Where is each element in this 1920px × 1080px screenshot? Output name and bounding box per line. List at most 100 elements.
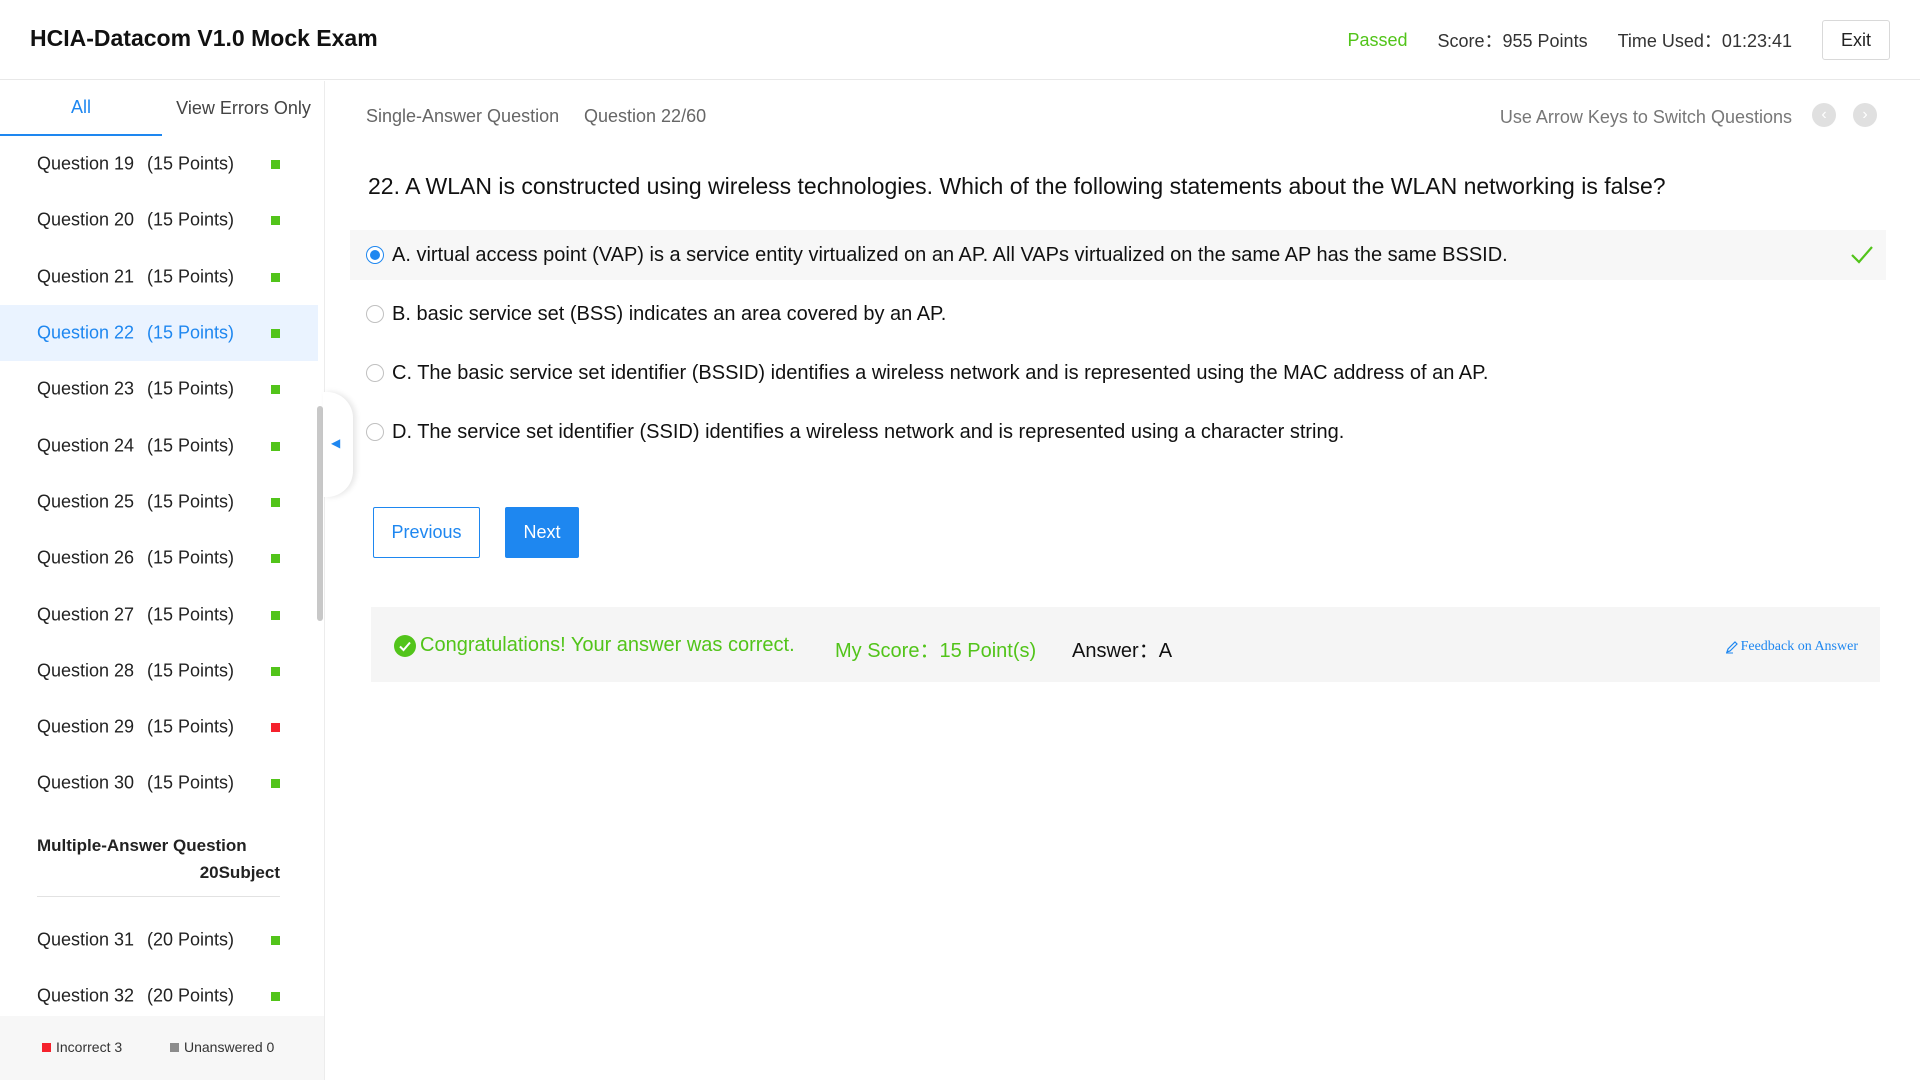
option-b-radio[interactable] xyxy=(366,305,384,323)
question-points: (15 Points) xyxy=(147,209,235,230)
question-list-item[interactable]: Question 30 (15 Points) xyxy=(0,755,318,811)
correct-status-icon xyxy=(271,610,280,620)
question-label: Question 28 xyxy=(37,660,135,681)
question-label: Question 30 xyxy=(37,772,135,793)
edit-pencil-icon xyxy=(1725,641,1738,654)
question-list-item[interactable]: Question 21 (15 Points) xyxy=(0,249,318,305)
correct-status-icon xyxy=(271,666,280,676)
question-points: (15 Points) xyxy=(147,322,235,343)
question-label: Question 32 xyxy=(37,985,135,1006)
exit-button[interactable]: Exit xyxy=(1822,20,1890,60)
header-status-area: Passed Score：955 Points Time Used：01:23:… xyxy=(1347,20,1890,60)
question-label: Question 26 xyxy=(37,547,135,568)
correct-status-icon xyxy=(271,554,280,564)
correct-status-icon xyxy=(271,160,280,170)
question-label: Question 27 xyxy=(37,604,135,625)
question-list-item[interactable]: Question 19 (15 Points) xyxy=(0,136,318,192)
question-label: Question 22 xyxy=(37,322,135,343)
question-points: (20 Points) xyxy=(147,985,235,1006)
option-d[interactable]: D. The service set identifier (SSID) ide… xyxy=(350,407,1886,457)
question-points: (15 Points) xyxy=(147,660,235,681)
next-question-icon[interactable]: › xyxy=(1853,103,1877,127)
correct-status-icon xyxy=(271,441,280,451)
question-points: (15 Points) xyxy=(147,716,235,737)
question-list-item[interactable]: Question 27 (15 Points) xyxy=(0,586,318,642)
question-points: (15 Points) xyxy=(147,435,235,456)
question-list-item[interactable]: Question 28 (15 Points) xyxy=(0,643,318,699)
my-score: My Score：15 Point(s) xyxy=(835,640,1037,662)
unanswered-marker-icon xyxy=(170,1042,179,1052)
option-a-radio[interactable] xyxy=(366,246,384,264)
legend-unanswered: Unanswered 0 xyxy=(170,1039,274,1055)
exam-title: HCIA-Datacom V1.0 Mock Exam xyxy=(30,25,378,51)
legend-incorrect: Incorrect 3 xyxy=(42,1039,122,1055)
time-used: Time Used：01:23:41 xyxy=(1617,31,1792,51)
question-points: (15 Points) xyxy=(147,772,235,793)
question-panel: Single-Answer Question Question 22/60 Us… xyxy=(326,81,1920,1080)
option-b-text: B. basic service set (BSS) indicates an … xyxy=(392,302,947,325)
correct-check-icon xyxy=(1851,246,1873,264)
incorrect-marker-icon xyxy=(42,1042,51,1052)
correct-status-icon xyxy=(271,329,280,339)
tab-all[interactable]: All xyxy=(0,81,162,136)
answer-result-panel: Congratulations! Your answer was correct… xyxy=(371,607,1880,682)
question-label: Question 31 xyxy=(37,929,135,950)
pass-status: Passed xyxy=(1347,29,1408,50)
success-check-circle-icon xyxy=(394,634,416,657)
question-points: (15 Points) xyxy=(147,604,235,625)
correct-status-icon xyxy=(271,992,280,1001)
question-label: Question 24 xyxy=(37,435,135,456)
option-a-text: A. virtual access point (VAP) is a servi… xyxy=(392,243,1508,266)
previous-question-icon[interactable]: ‹ xyxy=(1812,103,1836,127)
option-c-text: C. The basic service set identifier (BSS… xyxy=(392,361,1489,384)
arrow-keys-hint: Use Arrow Keys to Switch Questions xyxy=(1499,107,1792,127)
question-list-item[interactable]: Question 20 (15 Points) xyxy=(0,192,318,248)
question-list-item[interactable]: Question 26 (15 Points) xyxy=(0,530,318,586)
result-message: Congratulations! Your answer was correct… xyxy=(394,634,795,657)
option-d-text: D. The service set identifier (SSID) ide… xyxy=(392,420,1345,443)
question-points: (15 Points) xyxy=(147,491,235,512)
question-points: (15 Points) xyxy=(147,378,235,399)
previous-button[interactable]: Previous xyxy=(373,507,480,558)
question-points: (20 Points) xyxy=(147,929,235,950)
question-text: 22. A WLAN is constructed using wireless… xyxy=(368,173,1666,199)
question-list-item[interactable]: Question 22 (15 Points) xyxy=(0,304,318,362)
correct-status-icon xyxy=(271,272,280,282)
question-sidebar: All View Errors Only Question 19 (15 Poin… xyxy=(0,81,325,1080)
question-list-item[interactable]: Question 29 (15 Points) xyxy=(0,699,318,755)
option-c[interactable]: C. The basic service set identifier (BSS… xyxy=(350,348,1886,398)
question-number: Question 22/60 xyxy=(584,106,707,126)
question-list-item[interactable]: Question 31 (20 Points) xyxy=(0,912,318,968)
question-label: Question 29 xyxy=(37,716,135,737)
question-list: Question 19 (15 Points) Question 20 (15 Poi… xyxy=(0,136,318,1016)
section-count: 20Subject xyxy=(199,862,280,882)
legend-incorrect-label: Incorrect 3 xyxy=(56,1039,123,1055)
question-list-item[interactable]: Question 23 (15 Points) xyxy=(0,361,318,417)
legend-unanswered-label: Unanswered 0 xyxy=(184,1039,275,1055)
tab-view-errors-only[interactable]: View Errors Only xyxy=(162,81,324,136)
result-message-text: Congratulations! Your answer was correct… xyxy=(420,634,795,656)
question-label: Question 25 xyxy=(37,491,135,512)
option-d-radio[interactable] xyxy=(366,423,384,441)
correct-status-icon xyxy=(271,779,280,789)
correct-status-icon xyxy=(271,385,280,395)
option-a[interactable]: A. virtual access point (VAP) is a servi… xyxy=(350,230,1886,280)
top-bar: HCIA-Datacom V1.0 Mock Exam Passed Score… xyxy=(0,0,1920,80)
section-header-multiple-answer: Multiple-Answer Question 20Subject xyxy=(0,812,318,912)
correct-status-icon xyxy=(271,935,280,945)
option-b[interactable]: B. basic service set (BSS) indicates an … xyxy=(350,289,1886,339)
option-c-radio[interactable] xyxy=(366,364,384,382)
question-list-item[interactable]: Question 32 (20 Points) xyxy=(0,968,318,1016)
feedback-link[interactable]: Feedback on Answer xyxy=(1725,639,1858,655)
question-list-item[interactable]: Question 25 (15 Points) xyxy=(0,474,318,530)
question-points: (15 Points) xyxy=(147,153,235,174)
correct-answer: Answer：A xyxy=(1072,640,1173,662)
question-list-item[interactable]: Question 24 (15 Points) xyxy=(0,417,318,473)
section-title: Multiple-Answer Question xyxy=(37,835,247,855)
incorrect-status-icon xyxy=(271,723,280,733)
question-points: (15 Points) xyxy=(147,547,235,568)
question-type: Single-Answer Question xyxy=(366,106,560,126)
total-score: Score：955 Points xyxy=(1437,31,1588,51)
correct-status-icon xyxy=(271,216,280,226)
next-button[interactable]: Next xyxy=(505,507,579,558)
